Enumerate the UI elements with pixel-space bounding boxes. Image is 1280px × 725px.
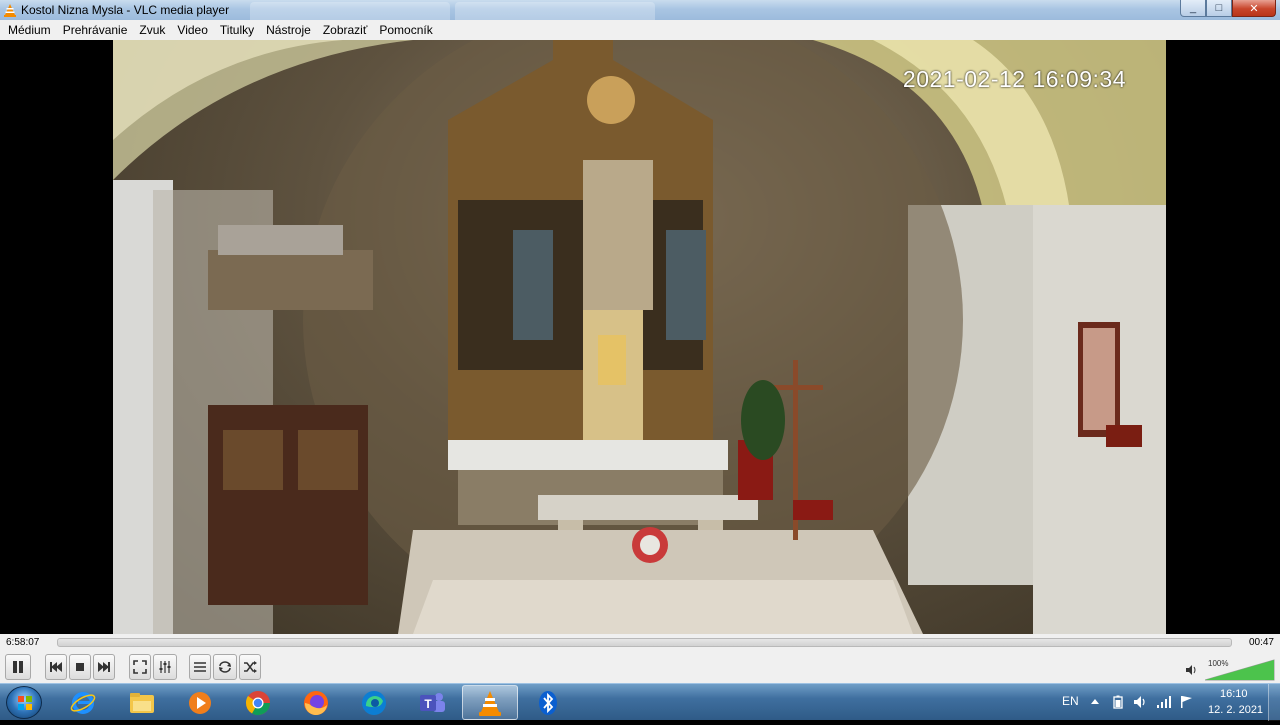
playlist-icon [194, 662, 206, 672]
clock-time[interactable]: 16:10 [1220, 688, 1248, 700]
menu-subtitles[interactable]: Titulky [214, 20, 260, 40]
media-player-icon [189, 691, 211, 714]
video-area[interactable]: 2021-02-12 16:09:34 [0, 40, 1280, 634]
taskbar-file-explorer[interactable] [114, 685, 170, 720]
speaker-tray-icon[interactable] [1133, 695, 1147, 709]
playback-controls: 100% [0, 652, 1280, 683]
taskbar-internet-explorer[interactable] [55, 685, 111, 720]
stop-icon [76, 663, 84, 671]
taskbar-bluetooth[interactable] [520, 685, 576, 720]
volume-slider[interactable] [1205, 659, 1275, 681]
show-desktop-button[interactable] [1268, 684, 1280, 721]
taskbar-media-player[interactable] [172, 685, 228, 720]
window-title: Kostol Nizna Mysla - VLC media player [21, 3, 230, 17]
stop-button[interactable] [69, 654, 91, 680]
svg-text:T: T [424, 697, 432, 711]
window-controls: _ □ ✕ [1180, 0, 1276, 17]
bluetooth-icon [539, 690, 557, 715]
edge-icon [362, 690, 386, 715]
taskbar-edge[interactable] [346, 685, 402, 720]
shuffle-icon [244, 661, 257, 673]
maximize-button[interactable]: □ [1206, 0, 1232, 17]
next-button[interactable] [93, 654, 115, 680]
extended-settings-button[interactable] [153, 654, 177, 680]
clock-date[interactable]: 12. 2. 2021 [1208, 704, 1263, 716]
loop-icon [219, 661, 231, 673]
internet-explorer-icon [70, 691, 96, 714]
remaining-time[interactable]: 00:47 [1249, 637, 1274, 648]
fullscreen-icon [133, 660, 147, 674]
minimize-button[interactable]: _ [1180, 0, 1206, 17]
taskbar-teams[interactable]: T [404, 685, 460, 720]
vlc-cone-icon [4, 4, 16, 17]
taskbar: T EN 16:10 12. 2. 2021 [0, 683, 1280, 721]
video-frame: 2021-02-12 16:09:34 [113, 40, 1166, 634]
windows-logo-icon [18, 696, 32, 710]
menu-view[interactable]: Zobraziť [317, 20, 374, 40]
title-bar: Kostol Nizna Mysla - VLC media player _ … [0, 0, 1280, 20]
battery-icon[interactable] [1113, 695, 1123, 709]
pause-icon [13, 661, 23, 673]
menu-bar: Médium Prehrávanie Zvuk Video Titulky Ná… [0, 20, 1280, 40]
menu-playback[interactable]: Prehrávanie [57, 20, 134, 40]
language-indicator[interactable]: EN [1062, 694, 1079, 708]
action-center-flag-icon[interactable] [1179, 695, 1193, 709]
skip-back-icon [50, 662, 62, 672]
background-tab [455, 2, 655, 20]
skip-forward-icon [98, 662, 110, 672]
playlist-button[interactable] [189, 654, 211, 680]
tray-expand-icon[interactable] [1091, 698, 1099, 706]
equalizer-icon [159, 661, 171, 673]
church-interior-image [113, 40, 1166, 634]
menu-audio[interactable]: Zvuk [133, 20, 171, 40]
loop-button[interactable] [213, 654, 237, 680]
taskbar-firefox[interactable] [288, 685, 344, 720]
seek-slider[interactable] [57, 638, 1232, 647]
chrome-icon [245, 690, 270, 715]
taskbar-vlc[interactable] [462, 685, 518, 720]
menu-help[interactable]: Pomocník [373, 20, 438, 40]
menu-tools[interactable]: Nástroje [260, 20, 317, 40]
vlc-icon [479, 690, 501, 716]
background-tab [250, 2, 450, 20]
menu-medium[interactable]: Médium [2, 20, 57, 40]
teams-icon: T [420, 692, 445, 712]
fullscreen-button[interactable] [129, 654, 151, 680]
seek-bar: 6:58:07 00:47 [0, 634, 1280, 652]
elapsed-time[interactable]: 6:58:07 [6, 637, 39, 648]
close-button[interactable]: ✕ [1232, 0, 1276, 17]
firefox-icon [304, 690, 328, 715]
shuffle-button[interactable] [239, 654, 261, 680]
file-explorer-icon [130, 692, 154, 713]
taskbar-chrome[interactable] [230, 685, 286, 720]
video-timestamp-overlay: 2021-02-12 16:09:34 [902, 66, 1126, 92]
menu-video[interactable]: Video [171, 20, 213, 40]
pause-button[interactable] [5, 654, 31, 680]
speaker-icon[interactable] [1186, 665, 1198, 675]
start-button[interactable] [6, 686, 42, 719]
previous-button[interactable] [45, 654, 67, 680]
signal-icon[interactable] [1156, 695, 1172, 709]
